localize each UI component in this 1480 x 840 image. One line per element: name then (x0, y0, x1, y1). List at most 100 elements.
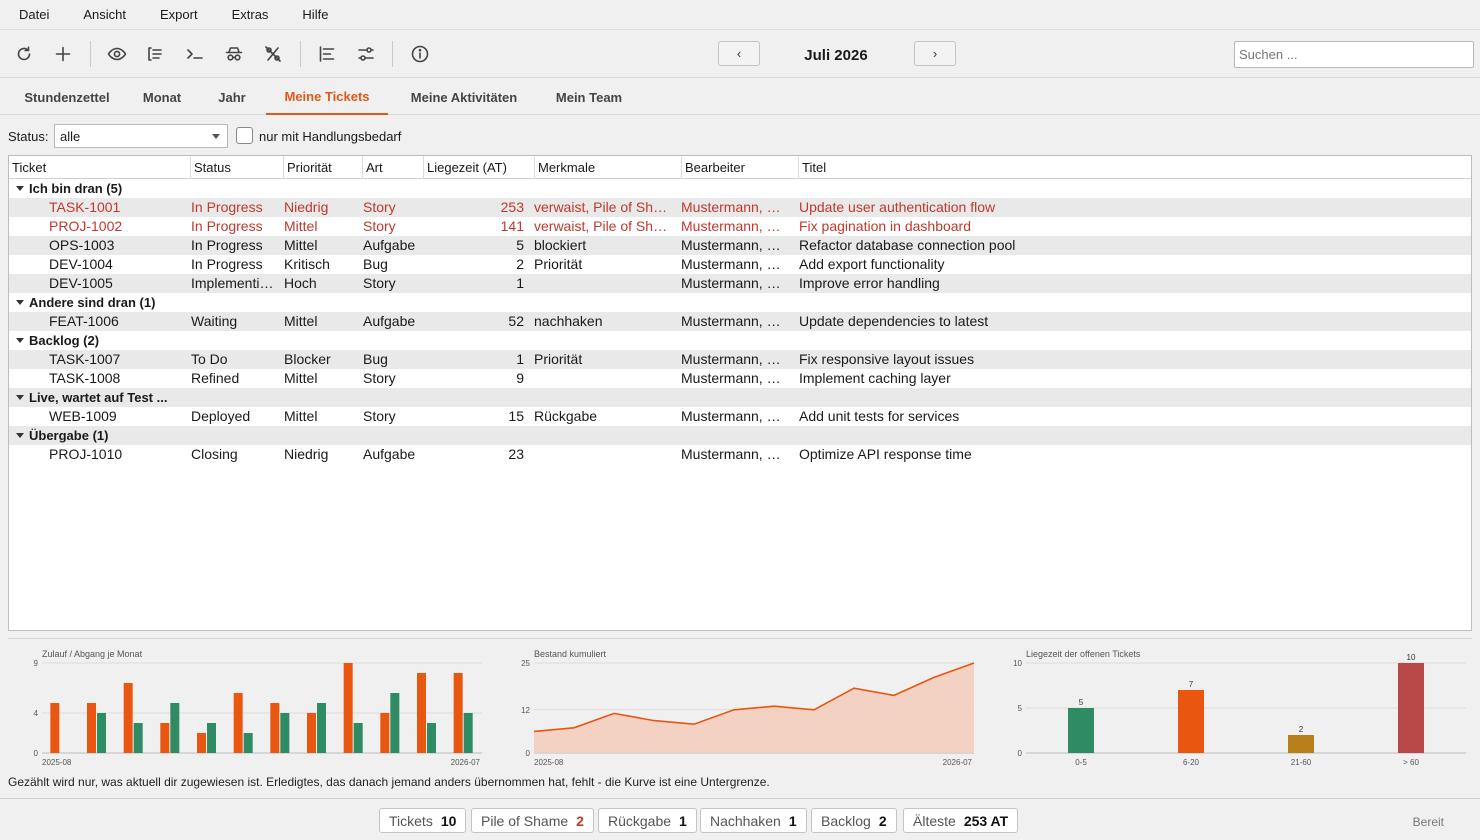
column-header-bearbeiter[interactable]: Bearbeiter (682, 156, 799, 179)
x-tick-label: 0-5 (1075, 758, 1087, 767)
table-row[interactable]: OPS-1003 In Progress Mittel Aufgabe 5 blockie… (9, 236, 1471, 255)
table-row[interactable]: WEB-1009 Deployed Mittel Story 15 Rückgabe Mus… (9, 407, 1471, 426)
cell-art: Story (363, 408, 396, 424)
align-button[interactable] (312, 39, 342, 69)
expand-triangle-icon[interactable] (16, 433, 24, 438)
info-button[interactable] (405, 39, 435, 69)
expand-triangle-icon[interactable] (16, 395, 24, 400)
column-header-prioritaet[interactable]: Priorität (284, 156, 363, 179)
expand-triangle-icon[interactable] (16, 186, 24, 191)
incognito-button[interactable] (219, 39, 249, 69)
data-label: 10 (1407, 653, 1416, 662)
prev-month-button[interactable]: ‹ (718, 41, 760, 66)
tab-meine-tickets[interactable]: Meine Tickets (266, 79, 388, 115)
column-header-liegezeit[interactable]: Liegezeit (AT) (424, 156, 535, 179)
menu-export[interactable]: Export (149, 7, 209, 22)
x-tick-label: 2026-07 (943, 758, 973, 767)
percent-icon (265, 46, 281, 62)
table-body: Ich bin dran (5) TASK-1001 In Progress Nied… (9, 179, 1471, 464)
table-row[interactable]: DEV-1005 ImplementierungHoch Story 1 Musterm… (9, 274, 1471, 293)
summary-chip[interactable]: Pile of Shame 2 (471, 808, 594, 833)
action-needed-checkbox[interactable] (236, 127, 253, 144)
status-select[interactable]: alle (54, 124, 228, 148)
column-header-status[interactable]: Status (191, 156, 284, 179)
table-row[interactable]: PROJ-1010 Closing Niedrig Aufgabe 23 Musterma… (9, 445, 1471, 464)
refresh-button[interactable] (9, 39, 39, 69)
column-header-titel[interactable]: Titel (799, 156, 1471, 179)
column-header-merkmale[interactable]: Merkmale (535, 156, 682, 179)
y-tick-label: 9 (34, 659, 39, 668)
tab-monat[interactable]: Monat (126, 79, 198, 115)
bar (270, 703, 280, 753)
column-header-ticket[interactable]: Ticket (9, 156, 191, 179)
table-row[interactable]: TASK-1001 In Progress Niedrig Story 253 verwa… (9, 198, 1471, 217)
table-row[interactable]: TASK-1007 To Do Blocker Bug 1 Priorität Muster… (9, 350, 1471, 369)
table-row[interactable]: PROJ-1002 In Progress Mittel Story 141 verwai… (9, 217, 1471, 236)
tab-mein-team[interactable]: Mein Team (540, 79, 638, 115)
table-row[interactable]: TASK-1008 Refined Mittel Story 9 Mustermann, … (9, 369, 1471, 388)
chevron-down-icon (212, 134, 220, 139)
cell-user: Mustermann, Max (681, 370, 791, 386)
table-row[interactable]: DEV-1004 In Progress Kritisch Bug 2 Priorität… (9, 255, 1471, 274)
menu-ansicht[interactable]: Ansicht (72, 7, 137, 22)
cell-prio: Mittel (284, 218, 318, 234)
cell-art: Bug (363, 351, 388, 367)
chart-title: Liegezeit der offenen Tickets (1026, 649, 1141, 659)
cell-age: 1 (516, 275, 524, 291)
settings-button[interactable] (351, 39, 381, 69)
cell-ticket: TASK-1001 (49, 199, 121, 215)
tab-jahr[interactable]: Jahr (198, 79, 266, 115)
group-row[interactable]: Live, wartet auf Test ... (9, 388, 1471, 407)
toolbar-separator (90, 41, 91, 67)
cell-status: Waiting (191, 313, 238, 329)
cell-art: Aufgabe (363, 237, 416, 253)
menu-extras[interactable]: Extras (221, 7, 280, 22)
expand-triangle-icon[interactable] (16, 338, 24, 343)
terminal-button[interactable] (180, 39, 210, 69)
cell-title: Add unit tests for services (799, 408, 960, 424)
add-button[interactable] (48, 39, 78, 69)
info-icon (411, 45, 429, 63)
group-row[interactable]: Übergabe (1) (9, 426, 1471, 445)
bar (1288, 735, 1314, 753)
menu-datei[interactable]: Datei (8, 7, 60, 22)
cell-age: 15 (508, 408, 524, 424)
column-header-art[interactable]: Art (363, 156, 424, 179)
bar (353, 723, 363, 753)
cell-ticket: PROJ-1002 (49, 218, 123, 234)
cell-status: In Progress (191, 199, 263, 215)
summary-chip[interactable]: Rückgabe 1 (598, 808, 697, 833)
cell-user: Mustermann, Max (681, 218, 791, 234)
tab-meine-aktivitaeten[interactable]: Meine Aktivitäten (388, 79, 540, 115)
toolbar-separator (300, 41, 301, 67)
search-input[interactable] (1234, 41, 1474, 68)
group-row[interactable]: Ich bin dran (5) (9, 179, 1471, 198)
status-ready: Bereit (1412, 815, 1444, 829)
table-row[interactable]: FEAT-1006 Waiting Mittel Aufgabe 52 nachhaken… (9, 312, 1471, 331)
tab-stundenzettel[interactable]: Stundenzettel (8, 79, 126, 115)
status-bar: Tickets 10 Pile of Shame 2 Rückgabe 1 Nachhake… (0, 798, 1480, 840)
cell-prio: Kritisch (284, 256, 330, 272)
cell-tags: blockiert (534, 237, 587, 253)
chip-label: Backlog (821, 812, 871, 829)
status-select-value: alle (60, 129, 81, 144)
data-label: 7 (1189, 680, 1194, 689)
summary-chip[interactable]: Tickets 10 (379, 808, 467, 833)
cell-status: Refined (191, 370, 240, 386)
list-button[interactable] (140, 39, 170, 69)
expand-triangle-icon[interactable] (16, 300, 24, 305)
summary-chip[interactable]: Nachhaken 1 (700, 808, 807, 833)
group-row[interactable]: Andere sind dran (1) (9, 293, 1471, 312)
bar (343, 663, 353, 753)
menu-hilfe[interactable]: Hilfe (291, 7, 339, 22)
group-row[interactable]: Backlog (2) (9, 331, 1471, 350)
cell-age: 1 (516, 351, 524, 367)
next-month-button[interactable]: › (914, 41, 956, 66)
cell-title: Improve error handling (799, 275, 940, 291)
cumulative-stock-chart: Bestand kumuliert 0 12 25 2025-08 2026-07 (521, 649, 975, 767)
cell-ticket: FEAT-1006 (49, 313, 119, 329)
view-button[interactable] (102, 39, 132, 69)
summary-chip[interactable]: Älteste 253 AT (903, 808, 1019, 833)
summary-chip[interactable]: Backlog 2 (811, 808, 897, 833)
percent-button[interactable] (258, 39, 288, 69)
